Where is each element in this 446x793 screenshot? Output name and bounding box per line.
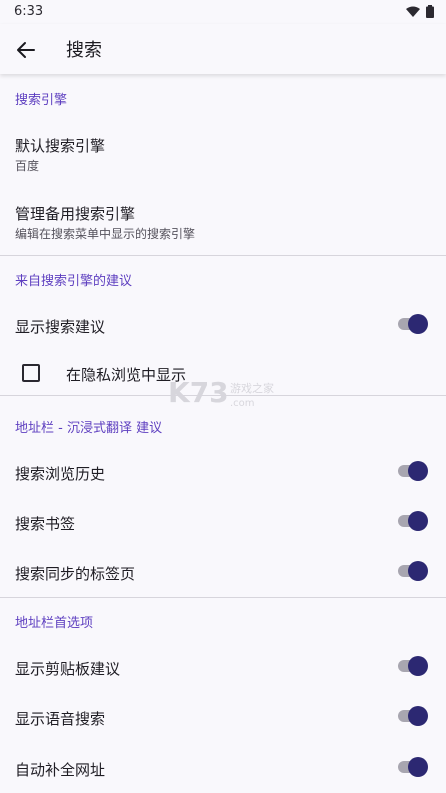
section-header-addressbar-suggestions: 地址栏 - 沉浸式翻译 建议 xyxy=(15,421,163,436)
manage-engines-title: 管理备用搜索引擎 xyxy=(15,205,136,223)
toggle-thumb xyxy=(408,706,428,726)
status-time: 6:33 xyxy=(14,4,44,19)
search-history-label: 搜索浏览历史 xyxy=(15,465,106,483)
divider xyxy=(0,255,446,256)
divider xyxy=(0,395,446,396)
voice-search-toggle[interactable] xyxy=(398,706,428,726)
watermark-logo: K73 游戏之家 .com xyxy=(168,376,274,409)
svg-text:.com: .com xyxy=(230,398,255,409)
toggle-thumb xyxy=(408,314,428,334)
status-icons xyxy=(406,5,434,18)
search-synced-tabs-label: 搜索同步的标签页 xyxy=(15,565,136,583)
app-bar: 搜索 xyxy=(0,24,446,74)
search-history-toggle[interactable] xyxy=(398,461,428,481)
battery-icon xyxy=(426,5,434,18)
section-header-suggestions: 来自搜索引擎的建议 xyxy=(15,274,133,289)
manage-engines-subtitle: 编辑在搜索菜单中显示的搜索引擎 xyxy=(15,227,196,241)
clipboard-suggestions-label: 显示剪贴板建议 xyxy=(15,660,121,678)
toggle-thumb xyxy=(408,757,428,777)
default-engine-value: 百度 xyxy=(15,159,40,173)
toggle-thumb xyxy=(408,561,428,581)
default-engine-title: 默认搜索引擎 xyxy=(15,137,106,155)
svg-text:K73: K73 xyxy=(168,376,229,409)
search-bookmarks-toggle[interactable] xyxy=(398,511,428,531)
section-header-addressbar-prefs: 地址栏首选项 xyxy=(15,616,94,631)
svg-text:游戏之家: 游戏之家 xyxy=(230,381,274,395)
toggle-thumb xyxy=(408,511,428,531)
clipboard-suggestions-toggle[interactable] xyxy=(398,656,428,676)
autocomplete-url-toggle[interactable] xyxy=(398,757,428,777)
search-bookmarks-label: 搜索书签 xyxy=(15,515,76,533)
toggle-thumb xyxy=(408,656,428,676)
status-bar: 6:33 xyxy=(0,0,446,24)
toggle-thumb xyxy=(408,461,428,481)
page-title: 搜索 xyxy=(66,40,102,61)
wifi-icon xyxy=(406,6,420,17)
voice-search-label: 显示语音搜索 xyxy=(15,710,106,728)
divider xyxy=(0,597,446,598)
search-synced-tabs-toggle[interactable] xyxy=(398,561,428,581)
show-suggestions-label: 显示搜索建议 xyxy=(15,318,106,336)
private-browsing-checkbox[interactable] xyxy=(22,364,40,382)
show-suggestions-toggle[interactable] xyxy=(398,314,428,334)
autocomplete-url-label: 自动补全网址 xyxy=(15,761,106,779)
section-header-search-engine: 搜索引擎 xyxy=(15,93,68,108)
back-arrow-icon[interactable] xyxy=(12,36,40,64)
